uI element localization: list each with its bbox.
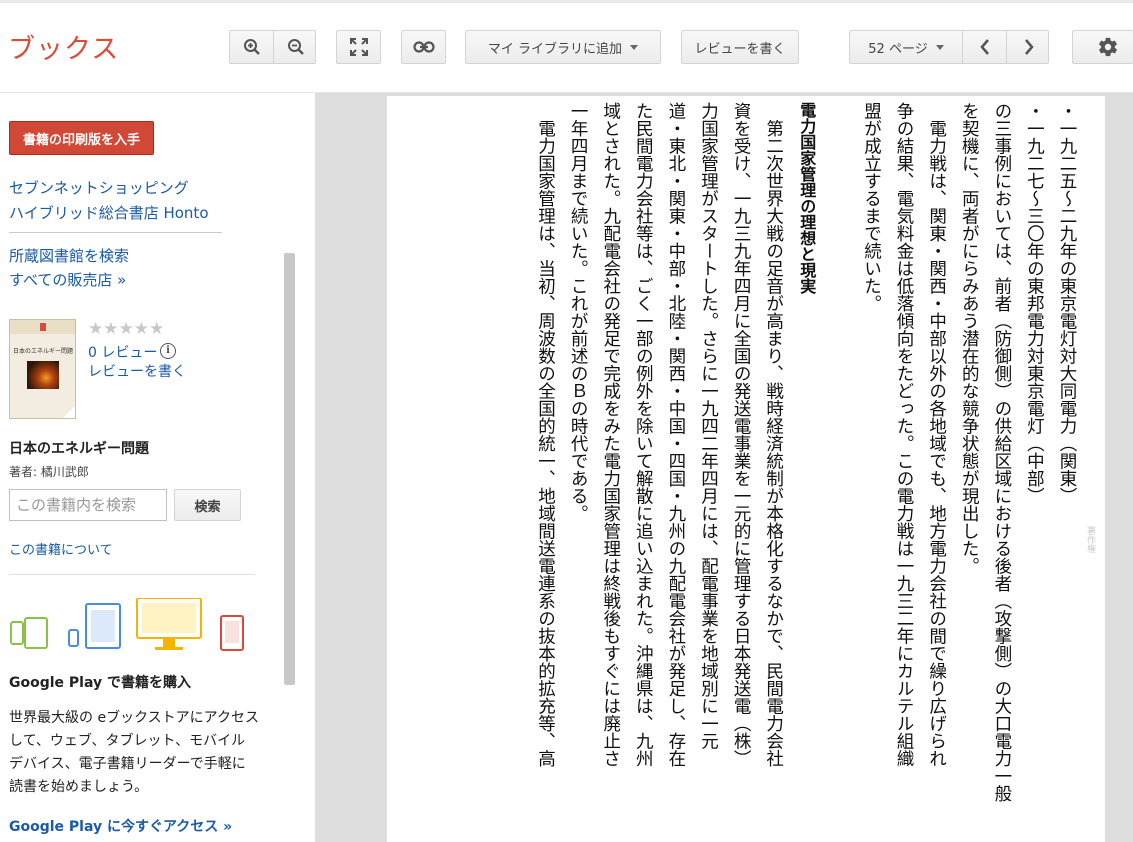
sidebar-scrollbar[interactable] [284,253,295,685]
page-nav-group: 52 ページ [849,30,1049,64]
add-to-library-button[interactable]: マイ ライブラリに追加 [465,30,661,64]
store-link-honto[interactable]: ハイブリッド総合書店 Honto [9,202,209,223]
next-page-button[interactable] [1007,31,1050,63]
search-in-book-input[interactable] [9,489,167,521]
write-review-button[interactable]: レビューを書く [681,30,799,64]
all-sellers-link[interactable]: すべての販売店 » [9,269,126,290]
reviews-count-link[interactable]: 0 レビュー [88,342,157,362]
text-line: を契機に、両者がにらみあう潜在的な競争状態が現出した。 [959,102,980,575]
google-play-description: 世界最大級の eブックストアにアクセスして、ウェブ、タブレット、モバイルデバイス… [9,710,259,795]
text-line: 電力国家管理は、当初、周波数の全国的統一、地域間送電連系の抜本的拡充等、高 [535,102,556,768]
google-play-title: Google Play で書籍を購入 [9,675,191,691]
text-line: ・一九二七～三〇年の東邦電力対東京電灯（中部） [1024,102,1045,505]
about-book-link[interactable]: この書籍について [9,539,113,558]
zoom-out-button[interactable] [274,31,317,63]
chevron-left-icon [979,39,989,55]
text-line: 争の結果、電気料金は低落傾向をたどった。この電力戦は一九三二年にカルテル組織 [894,102,915,767]
buy-print-button[interactable]: 書籍の印刷版を入手 [9,121,154,155]
text-line: 第二次世界大戦の足音が高まり、戦時経済統制が本格化するなかで、民間電力会社 [763,102,784,768]
text-line: 道・東北・関東・中部・北陸・関西・中国・四国・九州の九配電会社が発足し、存在 [665,102,686,767]
divider [9,574,255,575]
chevron-down-icon [935,44,944,50]
write-review-label: レビューを書く [694,41,786,57]
zoom-group [229,30,316,64]
text-line: 盟が成立するまで続いた。 [861,102,882,312]
text-line: の三事例においては、前者（防御側）の供給区域における後者（攻撃側）の大口電力一般 [991,102,1012,802]
book-page: ・一九二五～二九年の東京電灯対大同電力（関東） ・一九二七～三〇年の東邦電力対東京… [387,96,1105,842]
cover-title: 日本のエネルギー問題 [13,348,74,355]
zoom-in-button[interactable] [230,31,273,63]
write-review-link[interactable]: レビューを書く [88,361,186,381]
book-cover[interactable]: 日本のエネルギー問題 [9,319,76,419]
app-logo[interactable]: ブックス [8,27,119,66]
zoom-in-icon [243,39,260,55]
text-line [822,102,855,842]
text-line: 域とされた。九配電会社の発足で完成をみた電力国家管理は終戦後もすぐには廃止さ [600,102,621,767]
text-line: 資を受け、一九三九年四月に全国の発送電事業を一元的に管理する日本発送電（株） [731,102,752,767]
book-viewer[interactable]: ・一九二五～二九年の東京電灯対大同電力（関東） ・一九二七～三〇年の東邦電力対東京… [315,93,1133,842]
prev-page-button[interactable] [963,31,1006,63]
rating-stars: ★★★★★ [88,319,165,339]
chevron-right-icon [1024,39,1034,55]
find-library-link[interactable]: 所蔵図書館を検索 [9,245,129,266]
cover-logo-mark [40,323,46,331]
devices-illustration-icon [10,598,244,651]
link-icon [412,41,435,53]
settings-button[interactable] [1072,30,1133,64]
text-line: 力国家管理がスタートした。さらに一九四二年四月には、配電事業を地域別に一元 [698,102,719,750]
text-line: 電力戦は、関東・関西・中部以外の各地域でも、地方電力会社の間で繰り広げられ [926,102,947,768]
fullscreen-icon [349,38,368,56]
page-watermark: 著作権 [1085,526,1095,553]
store-link-7net[interactable]: セブンネットショッピング [9,177,189,198]
search-button[interactable]: 検索 [174,489,241,521]
divider [9,232,222,233]
info-icon[interactable]: i [160,343,176,359]
toolbar: ブックス マイ ライブラリに追加 レビューを書く 52 ページ [0,3,1133,93]
text-line: た民間電力会社等は、ごく一部の例外を除いて解散に追い込まれた。沖縄県は、九州 [633,102,654,767]
book-author: 著者: 橘川武郎 [9,465,89,479]
gear-icon [1099,37,1117,57]
cover-image [27,361,59,389]
text-line: 一年四月まで続いた。これが前述のＢの時代である。 [568,102,589,522]
page-text: ・一九二五～二九年の東京電灯対大同電力（関東） ・一九二七～三〇年の東邦電力対東京… [529,102,1083,842]
link-button[interactable] [401,30,446,64]
fullscreen-button[interactable] [336,30,381,64]
text-line: ・一九二五～二九年の東京電灯対大同電力（関東） [1057,102,1077,505]
section-heading: 電力国家管理の理想と現実 [797,102,817,294]
cover-page-curl [63,406,75,418]
sidebar: 書籍の印刷版を入手 セブンネットショッピング ハイブリッド総合書店 Honto … [0,93,315,842]
chevron-down-icon [630,44,639,50]
google-play-link[interactable]: Google Play に今すぐアクセス » [9,816,232,836]
zoom-out-icon [287,39,304,55]
page-select-dropdown[interactable]: 52 ページ [850,31,962,63]
add-to-library-label: マイ ライブラリに追加 [487,41,623,57]
book-title: 日本のエネルギー問題 [9,441,149,457]
page-select-label: 52 ページ [868,41,928,57]
